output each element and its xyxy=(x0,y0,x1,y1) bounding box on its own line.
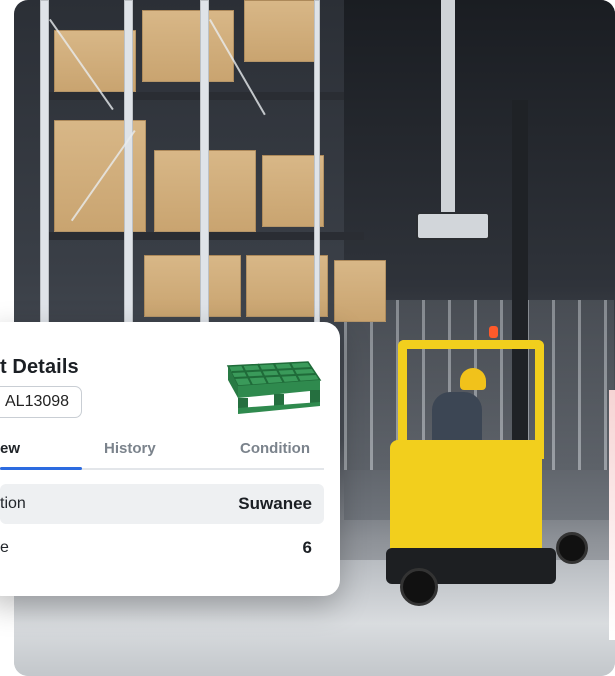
box xyxy=(244,0,316,62)
row-key: tion xyxy=(0,495,26,512)
forklift-body xyxy=(390,440,542,560)
rack-post xyxy=(40,0,49,330)
ceiling-mast xyxy=(441,0,455,215)
detail-tabs: ew History Condition xyxy=(0,434,324,470)
operator-helmet xyxy=(460,368,486,390)
box xyxy=(144,255,241,317)
row-key: e xyxy=(0,539,9,556)
rack-post xyxy=(200,0,209,330)
warning-lamp xyxy=(489,326,498,338)
tab-overview[interactable]: ew xyxy=(0,440,20,457)
tab-history[interactable]: History xyxy=(104,440,156,457)
card-title: t Details xyxy=(0,356,79,378)
active-tab-indicator xyxy=(0,467,82,470)
forklift-wheel xyxy=(400,568,438,606)
pallet-icon xyxy=(226,361,322,414)
detail-row: tion Suwanee xyxy=(0,484,324,524)
rack-post xyxy=(124,0,133,330)
detail-row: e 6 xyxy=(0,528,324,568)
tab-condition[interactable]: Condition xyxy=(240,440,310,457)
rack-post xyxy=(314,0,320,330)
box xyxy=(334,260,386,322)
forklift-wheel xyxy=(556,532,588,564)
asset-details-card: t Details AL13098 ew History Condition t… xyxy=(0,322,340,596)
asset-id-chip[interactable]: AL13098 xyxy=(0,386,83,418)
box xyxy=(142,10,234,82)
row-value: 6 xyxy=(302,538,312,557)
rack-beam xyxy=(44,92,344,100)
edge-glow xyxy=(609,390,615,640)
row-value: Suwanee xyxy=(238,494,312,513)
ceiling-light xyxy=(416,212,490,240)
